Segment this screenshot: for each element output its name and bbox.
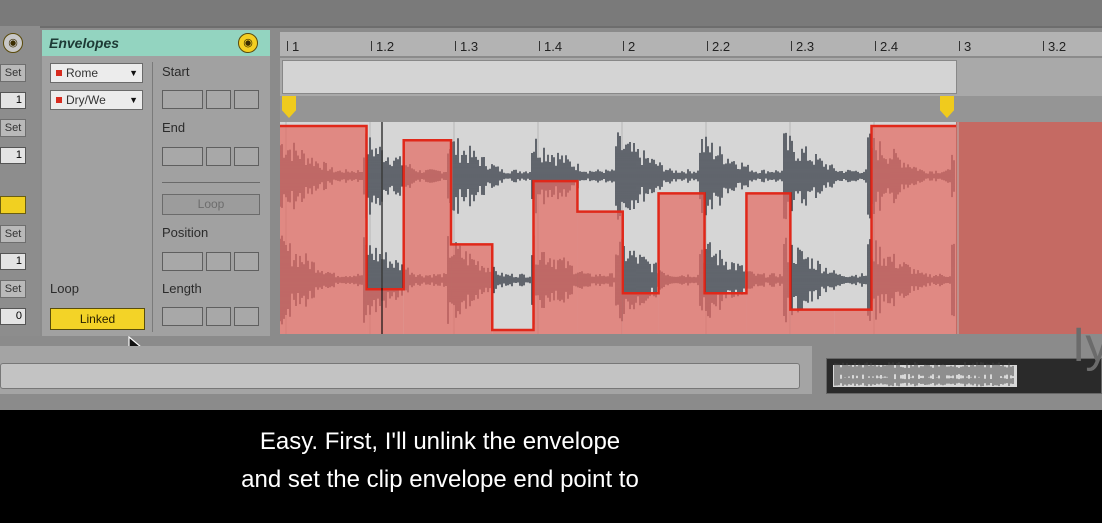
position-sixteenth-field[interactable]: [234, 252, 259, 271]
start-sixteenth-field[interactable]: [234, 90, 259, 109]
panel-divider: [152, 62, 153, 332]
strip-power-icon[interactable]: ◉: [3, 33, 23, 53]
value-box-3[interactable]: 1: [0, 253, 26, 270]
loop-brace[interactable]: [282, 60, 957, 94]
yellow-toggle[interactable]: [0, 196, 26, 214]
envelope-fill-segment: [622, 293, 659, 334]
device-color-icon: [56, 70, 62, 76]
value-box-2[interactable]: 1: [0, 147, 26, 164]
length-sixteenth-field[interactable]: [234, 307, 259, 326]
start-label: Start: [162, 64, 190, 79]
control-color-icon: [56, 97, 62, 103]
caption-area: Easy. First, I'll unlink the envelope an…: [0, 410, 1102, 523]
linked-button[interactable]: Linked: [50, 308, 145, 330]
device-chooser[interactable]: Rome ▼: [50, 63, 143, 83]
caption-line-2: and set the clip envelope end point to: [241, 466, 639, 493]
envelope-fill-segment: [366, 289, 404, 334]
overview-wave-icon: [833, 362, 1017, 387]
horizontal-scrollbar[interactable]: [0, 363, 800, 389]
live-clip-view: ◉ Set 1 Set 1 Set 1 Set 0 Envelopes ◉ Ro…: [0, 0, 1102, 410]
start-beat-field[interactable]: [206, 90, 231, 109]
ruler-marker: 1: [286, 39, 300, 54]
timeline-ruler[interactable]: 1 1.2 1.3 1.4 2 2.2 2.3 2.4 3 3.2: [280, 32, 1102, 56]
envelope-fill-segment: [790, 309, 835, 334]
set-button-2[interactable]: Set: [0, 119, 26, 137]
end-marker-icon[interactable]: [940, 96, 954, 118]
chevron-down-icon: ▼: [129, 95, 138, 105]
envelope-fill-segment: [746, 193, 791, 334]
waveform-channel: [279, 132, 955, 220]
envelope-fill-segment: [704, 293, 747, 334]
region-after-end: [956, 122, 1102, 334]
loop-button[interactable]: Loop: [162, 194, 260, 215]
length-beat-field[interactable]: [206, 307, 231, 326]
envelope-fill-segment: [403, 140, 452, 334]
top-band: [0, 0, 1102, 28]
envelope-fill-segment: [834, 309, 872, 334]
set-button-4[interactable]: Set: [0, 280, 26, 298]
length-label: Length: [162, 281, 202, 296]
envelope-fill-segment: [533, 181, 578, 334]
separator: [162, 182, 260, 183]
ruler-marker: 3.2: [1042, 39, 1067, 54]
position-beat-field[interactable]: [206, 252, 231, 271]
ruler-marker: 2.4: [874, 39, 899, 54]
ruler-marker: 1.2: [370, 39, 395, 54]
length-bar-field[interactable]: [162, 307, 203, 326]
ruler-marker: 1.4: [538, 39, 563, 54]
marker-lane[interactable]: [280, 96, 1102, 122]
envelopes-toggle-icon[interactable]: ◉: [238, 33, 258, 53]
envelope-fill-segment: [658, 193, 705, 334]
set-button-1[interactable]: Set: [0, 64, 26, 82]
end-beat-field[interactable]: [206, 147, 231, 166]
envelopes-panel: Envelopes ◉ Rome ▼ Dry/We ▼ Start End Lo…: [42, 30, 270, 356]
ruler-marker: 2: [622, 39, 636, 54]
envelopes-header: Envelopes ◉: [42, 30, 270, 56]
ruler-marker: 1.3: [454, 39, 479, 54]
end-label: End: [162, 120, 186, 135]
envelope-fill-segment: [280, 126, 367, 334]
position-label: Position: [162, 225, 209, 240]
loop-brace-lane[interactable]: [280, 58, 1102, 96]
overlay-text: Iy: [1072, 319, 1102, 372]
waveform-svg: [279, 122, 1102, 334]
ruler-marker: 2.2: [706, 39, 731, 54]
control-chooser-value: Dry/We: [66, 93, 106, 107]
set-button-3[interactable]: Set: [0, 225, 26, 243]
loop-label: Loop: [50, 281, 79, 296]
start-bar-field[interactable]: [162, 90, 203, 109]
ruler-marker: 2.3: [790, 39, 815, 54]
control-chooser[interactable]: Dry/We ▼: [50, 90, 143, 110]
value-box-1[interactable]: 1: [0, 92, 26, 109]
end-bar-field[interactable]: [162, 147, 203, 166]
left-strip: ◉ Set 1 Set 1 Set 1 Set 0: [0, 26, 40, 336]
device-chooser-value: Rome: [66, 66, 99, 80]
clip-overview[interactable]: [826, 358, 1102, 394]
envelopes-title: Envelopes: [49, 35, 120, 51]
end-sixteenth-field[interactable]: [234, 147, 259, 166]
envelope-fill-segment: [577, 211, 623, 334]
start-marker-icon[interactable]: [282, 96, 296, 118]
envelope-fill-segment: [871, 126, 956, 334]
envelope-fill-segment: [451, 244, 493, 334]
ruler-marker: 3: [958, 39, 972, 54]
caption-line-1: Easy. First, I'll unlink the envelope: [259, 428, 621, 455]
chevron-down-icon: ▼: [129, 68, 138, 78]
position-bar-field[interactable]: [162, 252, 203, 271]
waveform-display[interactable]: [279, 122, 1102, 334]
value-box-4[interactable]: 0: [0, 308, 26, 325]
